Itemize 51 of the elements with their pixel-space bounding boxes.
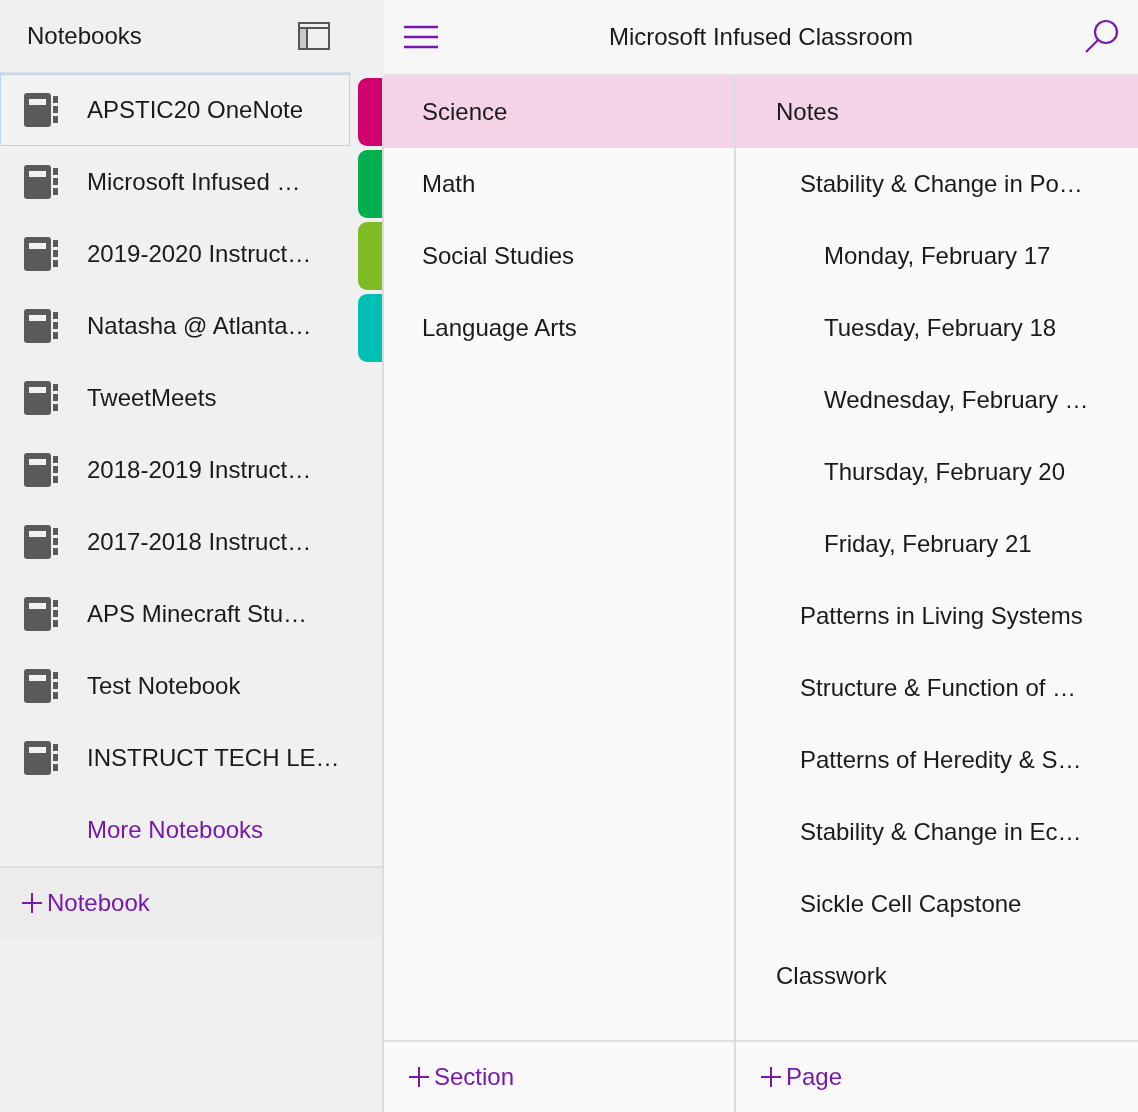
search-icon[interactable] bbox=[1084, 19, 1120, 55]
notebook-item[interactable]: Microsoft Infused … bbox=[0, 146, 350, 218]
page-item[interactable]: Tuesday, February 18 bbox=[736, 292, 1138, 364]
notebook-title: Microsoft Infused Classroom bbox=[607, 23, 915, 51]
page-item[interactable]: Wednesday, February … bbox=[736, 364, 1138, 436]
notebook-item[interactable]: APS Minecraft Stu… bbox=[0, 578, 350, 650]
notebook-icon bbox=[23, 524, 59, 560]
notebook-icon bbox=[23, 308, 59, 344]
menu-icon[interactable] bbox=[404, 25, 438, 49]
page-item[interactable]: Monday, February 17 bbox=[736, 220, 1138, 292]
notebook-item[interactable]: TweetMeets bbox=[0, 362, 350, 434]
notebook-item[interactable]: Test Notebook bbox=[0, 650, 350, 722]
page-item[interactable]: Patterns in Living Systems bbox=[736, 580, 1138, 652]
notebook-icon bbox=[23, 380, 59, 416]
section-item[interactable]: Math bbox=[384, 148, 734, 220]
page-item[interactable]: Thursday, February 20 bbox=[736, 436, 1138, 508]
page-item[interactable]: Notes bbox=[736, 76, 1138, 148]
notebook-icon bbox=[23, 740, 59, 776]
section-color-tab[interactable] bbox=[358, 150, 382, 218]
pane-title: Notebooks bbox=[27, 22, 142, 50]
notebook-item[interactable]: APSTIC20 OneNote bbox=[0, 74, 350, 146]
page-item[interactable]: Sickle Cell Capstone bbox=[736, 868, 1138, 940]
notebook-item[interactable]: INSTRUCT TECH LE… bbox=[0, 722, 350, 794]
plus-icon bbox=[21, 892, 43, 914]
page-item[interactable]: Structure & Function of … bbox=[736, 652, 1138, 724]
section-color-tab[interactable] bbox=[358, 222, 382, 290]
notebook-icon bbox=[23, 236, 59, 272]
notebook-item[interactable]: 2019-2020 Instruct… bbox=[0, 218, 350, 290]
page-item[interactable]: Stability & Change in Ec… bbox=[736, 796, 1138, 868]
notebook-item[interactable]: 2018-2019 Instruct… bbox=[0, 434, 350, 506]
notebook-icon bbox=[23, 164, 59, 200]
sidebar-layout-icon[interactable] bbox=[298, 22, 330, 50]
notebook-icon bbox=[23, 668, 59, 704]
section-color-tab[interactable] bbox=[358, 78, 382, 146]
page-item[interactable]: Friday, February 21 bbox=[736, 508, 1138, 580]
section-color-tab[interactable] bbox=[358, 294, 382, 362]
plus-icon bbox=[760, 1066, 782, 1088]
notebook-item[interactable]: 2017-2018 Instruct… bbox=[0, 506, 350, 578]
section-item[interactable]: Language Arts bbox=[384, 292, 734, 364]
notebook-icon bbox=[23, 92, 59, 128]
plus-icon bbox=[408, 1066, 430, 1088]
page-item[interactable]: Classwork bbox=[736, 940, 1138, 1012]
page-item[interactable]: Patterns of Heredity & S… bbox=[736, 724, 1138, 796]
add-notebook-button[interactable]: Notebook bbox=[0, 868, 382, 938]
section-item[interactable]: Science bbox=[384, 76, 734, 148]
notebook-icon bbox=[23, 596, 59, 632]
section-item[interactable]: Social Studies bbox=[384, 220, 734, 292]
notebook-item[interactable]: Natasha @ Atlanta… bbox=[0, 290, 350, 362]
notebook-icon bbox=[23, 452, 59, 488]
page-item[interactable]: Stability & Change in Po… bbox=[736, 148, 1138, 220]
more-notebooks-link[interactable]: More Notebooks bbox=[0, 794, 264, 866]
